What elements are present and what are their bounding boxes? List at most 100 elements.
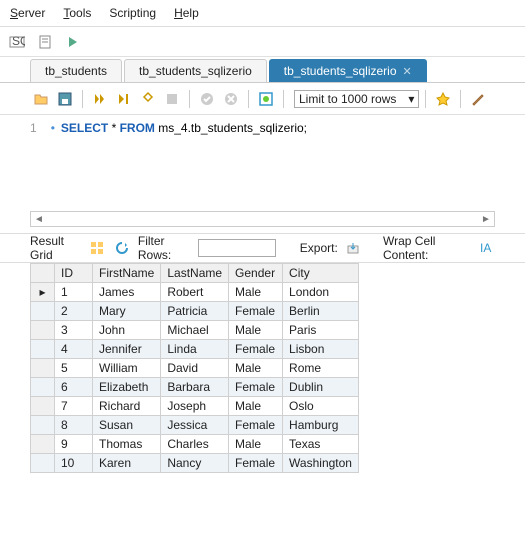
tab-2[interactable]: tb_students_sqlizerio✕ xyxy=(269,59,427,82)
execute-step-icon[interactable] xyxy=(113,88,135,110)
doc-icon[interactable] xyxy=(34,31,56,53)
cell-last[interactable]: Charles xyxy=(161,435,229,454)
cell-city[interactable]: Washington xyxy=(283,454,359,473)
scroll-left-icon[interactable]: ◄ xyxy=(31,214,47,225)
cell-id[interactable]: 4 xyxy=(55,340,93,359)
cell-first[interactable]: Susan xyxy=(93,416,161,435)
menu-tools[interactable]: Tools xyxy=(63,6,91,20)
separator xyxy=(283,90,284,108)
sql-editor[interactable]: 1 • SELECT * FROM ms_4.tb_students_sqliz… xyxy=(0,115,525,205)
refresh-icon[interactable] xyxy=(113,237,132,259)
cell-city[interactable]: Paris xyxy=(283,321,359,340)
cell-city[interactable]: London xyxy=(283,283,359,302)
col-last[interactable]: LastName xyxy=(161,264,229,283)
cell-city[interactable]: Rome xyxy=(283,359,359,378)
cell-id[interactable]: 6 xyxy=(55,378,93,397)
cell-city[interactable]: Hamburg xyxy=(283,416,359,435)
cell-first[interactable]: Elizabeth xyxy=(93,378,161,397)
table-row[interactable]: 7RichardJosephMaleOslo xyxy=(31,397,359,416)
cell-last[interactable]: Joseph xyxy=(161,397,229,416)
cell-first[interactable]: Karen xyxy=(93,454,161,473)
table-row[interactable]: ▸1JamesRobertMaleLondon xyxy=(31,283,359,302)
cell-id[interactable]: 9 xyxy=(55,435,93,454)
table-row[interactable]: 2MaryPatriciaFemaleBerlin xyxy=(31,302,359,321)
cell-first[interactable]: William xyxy=(93,359,161,378)
brush-icon[interactable] xyxy=(467,88,489,110)
scroll-right-icon[interactable]: ► xyxy=(478,214,494,225)
autocommit-icon[interactable] xyxy=(255,88,277,110)
grid-view-icon[interactable] xyxy=(88,237,107,259)
cell-gender[interactable]: Female xyxy=(229,378,283,397)
cell-city[interactable]: Dublin xyxy=(283,378,359,397)
filter-input[interactable] xyxy=(198,239,276,257)
commit-icon[interactable] xyxy=(196,88,218,110)
cell-gender[interactable]: Male xyxy=(229,397,283,416)
cell-last[interactable]: Barbara xyxy=(161,378,229,397)
tab-0[interactable]: tb_students xyxy=(30,59,122,82)
stop-icon[interactable] xyxy=(161,88,183,110)
col-id[interactable]: ID xyxy=(55,264,93,283)
open-file-icon[interactable] xyxy=(30,88,52,110)
run-icon[interactable] xyxy=(62,31,84,53)
close-icon[interactable]: ✕ xyxy=(403,65,412,78)
sql-icon[interactable]: SQL xyxy=(6,31,28,53)
cell-first[interactable]: James xyxy=(93,283,161,302)
cell-first[interactable]: Jennifer xyxy=(93,340,161,359)
menu-server[interactable]: Server xyxy=(10,6,45,20)
col-city[interactable]: City xyxy=(283,264,359,283)
tab-1[interactable]: tb_students_sqlizerio xyxy=(124,59,267,82)
limit-rows-select[interactable]: Limit to 1000 rows ▾ xyxy=(294,90,419,108)
cell-id[interactable]: 2 xyxy=(55,302,93,321)
cell-city[interactable]: Berlin xyxy=(283,302,359,321)
col-gender[interactable]: Gender xyxy=(229,264,283,283)
cell-first[interactable]: Mary xyxy=(93,302,161,321)
wrap-icon[interactable]: IA xyxy=(476,237,495,259)
cell-last[interactable]: Patricia xyxy=(161,302,229,321)
table-row[interactable]: 5WilliamDavidMaleRome xyxy=(31,359,359,378)
table-row[interactable]: 3JohnMichaelMaleParis xyxy=(31,321,359,340)
cell-id[interactable]: 5 xyxy=(55,359,93,378)
cell-gender[interactable]: Female xyxy=(229,302,283,321)
cell-last[interactable]: Linda xyxy=(161,340,229,359)
cell-city[interactable]: Texas xyxy=(283,435,359,454)
cell-last[interactable]: Nancy xyxy=(161,454,229,473)
cell-first[interactable]: Thomas xyxy=(93,435,161,454)
cell-id[interactable]: 3 xyxy=(55,321,93,340)
cell-last[interactable]: Jessica xyxy=(161,416,229,435)
beautify-icon[interactable] xyxy=(432,88,454,110)
table-row[interactable]: 4JenniferLindaFemaleLisbon xyxy=(31,340,359,359)
table-row[interactable]: 6ElizabethBarbaraFemaleDublin xyxy=(31,378,359,397)
cell-id[interactable]: 8 xyxy=(55,416,93,435)
table-row[interactable]: 10KarenNancyFemaleWashington xyxy=(31,454,359,473)
cell-id[interactable]: 7 xyxy=(55,397,93,416)
cell-gender[interactable]: Female xyxy=(229,454,283,473)
execute-icon[interactable] xyxy=(89,88,111,110)
table-row[interactable]: 9ThomasCharlesMaleTexas xyxy=(31,435,359,454)
cell-first[interactable]: Richard xyxy=(93,397,161,416)
cell-gender[interactable]: Male xyxy=(229,321,283,340)
export-icon[interactable] xyxy=(344,237,363,259)
cell-id[interactable]: 1 xyxy=(55,283,93,302)
cell-gender[interactable]: Male xyxy=(229,435,283,454)
cell-gender[interactable]: Male xyxy=(229,283,283,302)
cell-id[interactable]: 10 xyxy=(55,454,93,473)
cell-last[interactable]: David xyxy=(161,359,229,378)
cell-gender[interactable]: Female xyxy=(229,416,283,435)
explain-icon[interactable] xyxy=(137,88,159,110)
result-grid[interactable]: ID FirstName LastName Gender City ▸1Jame… xyxy=(30,263,359,473)
cell-last[interactable]: Robert xyxy=(161,283,229,302)
cell-city[interactable]: Oslo xyxy=(283,397,359,416)
separator xyxy=(248,90,249,108)
table-row[interactable]: 8SusanJessicaFemaleHamburg xyxy=(31,416,359,435)
horizontal-scrollbar[interactable]: ◄ ► xyxy=(30,211,495,227)
cell-last[interactable]: Michael xyxy=(161,321,229,340)
rollback-icon[interactable] xyxy=(220,88,242,110)
cell-city[interactable]: Lisbon xyxy=(283,340,359,359)
save-icon[interactable] xyxy=(54,88,76,110)
cell-gender[interactable]: Female xyxy=(229,340,283,359)
col-first[interactable]: FirstName xyxy=(93,264,161,283)
cell-gender[interactable]: Male xyxy=(229,359,283,378)
menu-scripting[interactable]: Scripting xyxy=(109,6,156,20)
cell-first[interactable]: John xyxy=(93,321,161,340)
menu-help[interactable]: Help xyxy=(174,6,199,20)
